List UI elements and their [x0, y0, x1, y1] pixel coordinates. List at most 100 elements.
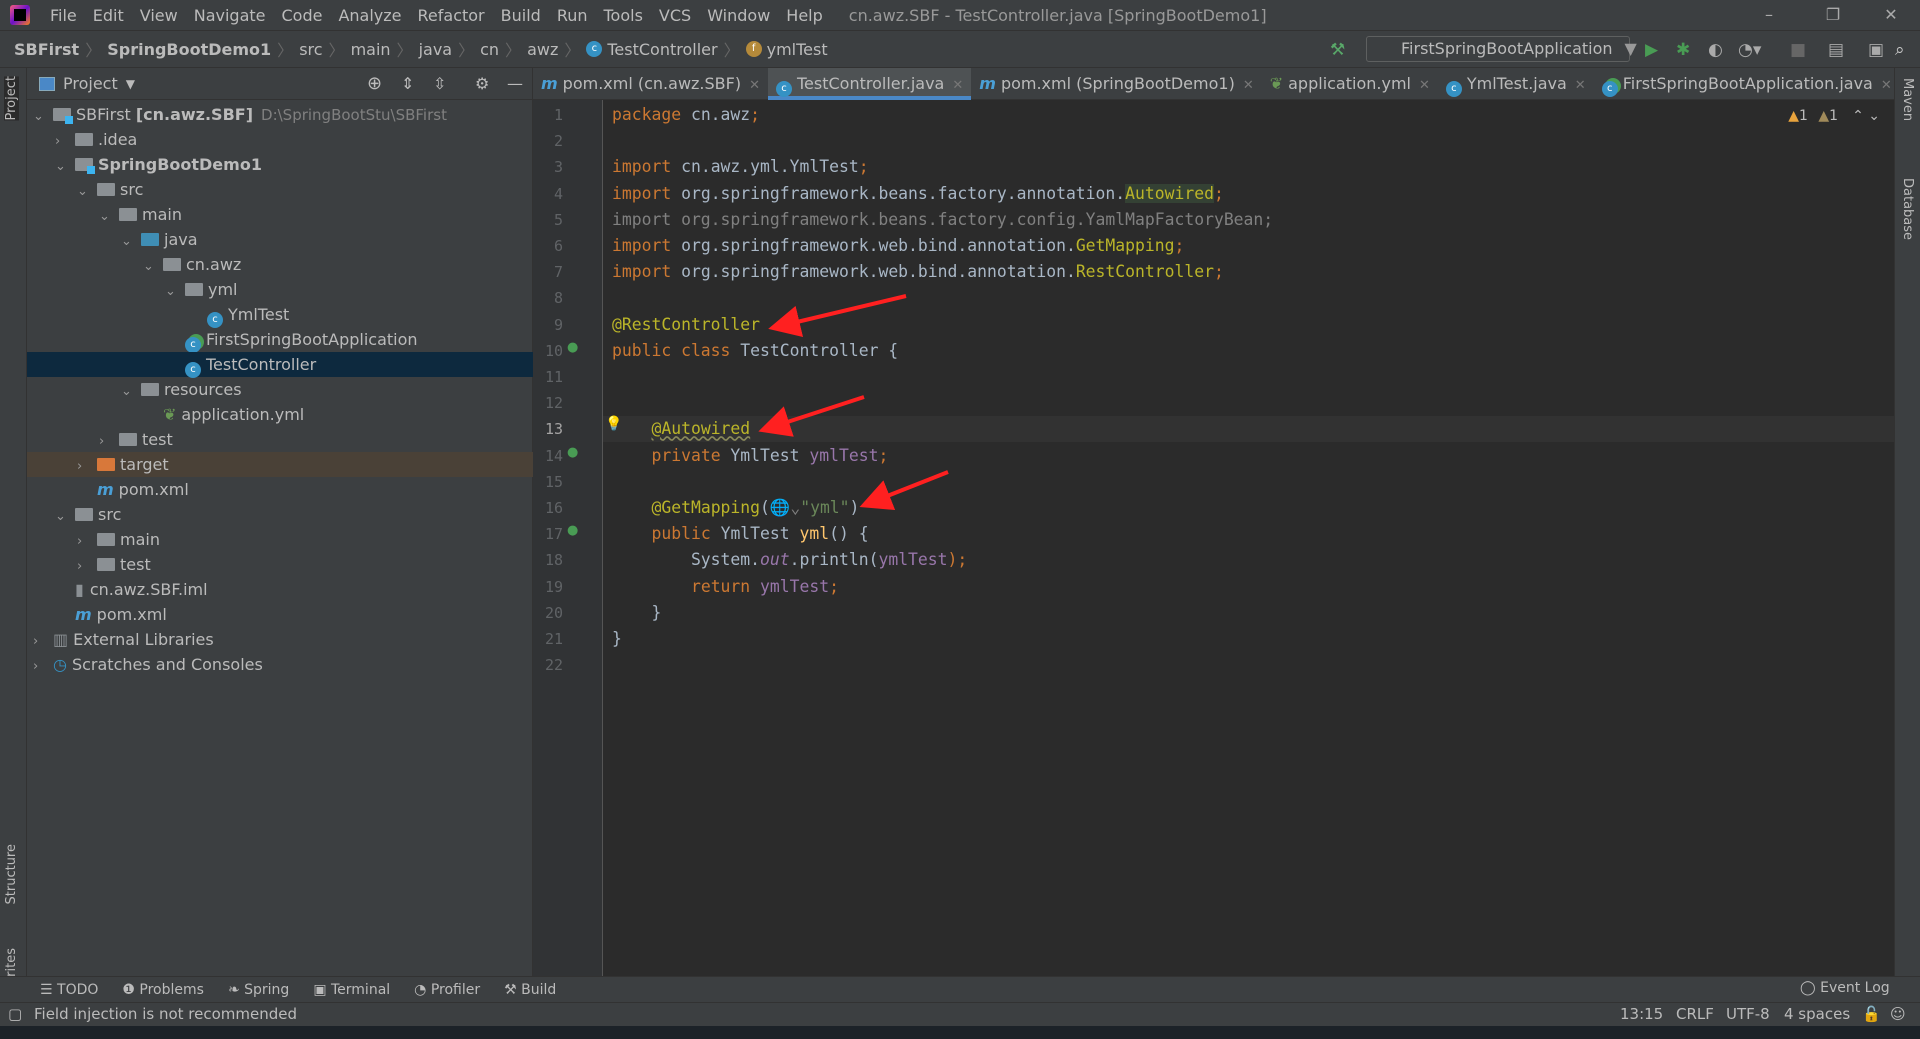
- tab-testcontroller-java[interactable]: c TestController.java ✕: [768, 68, 972, 100]
- code-editor[interactable]: ▲1 ▲1 ⌃ ⌄ package cn.awz; import cn.awz.ym…: [603, 100, 1894, 976]
- maven-tool-button[interactable]: Maven: [1900, 78, 1915, 121]
- breadcrumb-item[interactable]: SpringBootDemo1: [107, 40, 271, 59]
- tool-window-terminal[interactable]: ▣ Terminal: [313, 982, 390, 998]
- chevron-right-icon[interactable]: ›: [77, 554, 91, 579]
- coverage-icon[interactable]: ◐: [1708, 40, 1723, 60]
- tree-item[interactable]: ❦ application.yml: [27, 402, 533, 427]
- tree-item[interactable]: c FirstSpringBootApplication: [27, 327, 533, 353]
- intention-bulb-icon[interactable]: 💡: [605, 416, 622, 432]
- tree-item[interactable]: › test: [27, 552, 533, 577]
- structure-tool-button[interactable]: Structure: [4, 844, 19, 904]
- chevron-down-icon[interactable]: ⌄: [165, 279, 179, 304]
- hide-panel-icon[interactable]: —: [507, 74, 523, 93]
- menu-view[interactable]: View: [132, 6, 186, 25]
- menu-run[interactable]: Run: [549, 6, 596, 25]
- close-tab-icon[interactable]: ✕: [749, 78, 760, 93]
- tree-item[interactable]: › .idea: [27, 127, 533, 152]
- tree-item[interactable]: ⌄ java: [27, 227, 533, 252]
- event-log-button[interactable]: ◯ Event Log: [1800, 980, 1890, 996]
- indent-setting[interactable]: 4 spaces: [1784, 1003, 1850, 1026]
- tree-item[interactable]: c YmlTest: [27, 302, 533, 328]
- tool-window-problems[interactable]: ❶ Problems: [122, 982, 204, 998]
- breadcrumb-item[interactable]: ymlTest: [767, 40, 828, 59]
- chevron-down-icon[interactable]: ⌄: [55, 154, 69, 179]
- tree-item[interactable]: c TestController: [27, 352, 533, 378]
- run-configuration-select[interactable]: FirstSpringBootApplication ▼: [1366, 36, 1637, 62]
- tool-window-todo[interactable]: ☰ TODO: [40, 982, 98, 998]
- breadcrumb-item[interactable]: SBFirst: [14, 40, 79, 59]
- tab-application-yml[interactable]: ❦ application.yml ✕: [1262, 68, 1438, 100]
- close-tab-icon[interactable]: ✕: [1881, 78, 1892, 93]
- menu-help[interactable]: Help: [778, 6, 830, 25]
- gear-icon[interactable]: ⚙: [475, 74, 489, 93]
- tree-item[interactable]: ⌄ src: [27, 177, 533, 202]
- tree-item[interactable]: ⌄ yml: [27, 277, 533, 302]
- terminal-icon[interactable]: ▣: [1868, 40, 1884, 60]
- status-toggle-icon[interactable]: ▢: [8, 1003, 22, 1026]
- menu-build[interactable]: Build: [493, 6, 549, 25]
- tree-item[interactable]: ⌄ SBFirst [cn.awz.SBF] D:\SpringBootStu\SBF…: [27, 102, 533, 127]
- close-tab-icon[interactable]: ✕: [1243, 78, 1254, 93]
- tab-pom-xml-cn-awz-sbf-[interactable]: m pom.xml (cn.awz.SBF) ✕: [533, 68, 768, 100]
- tree-item[interactable]: m pom.xml: [27, 602, 533, 627]
- chevron-down-icon[interactable]: ⌄: [99, 204, 113, 229]
- project-structure-icon[interactable]: ▤: [1828, 40, 1844, 60]
- chevron-down-icon[interactable]: ⌄: [77, 179, 91, 204]
- tree-item[interactable]: › ▥ External Libraries: [27, 627, 533, 652]
- menu-window[interactable]: Window: [699, 6, 778, 25]
- inspection-widget[interactable]: ▲1 ▲1 ⌃ ⌄: [1788, 108, 1880, 124]
- profile-icon[interactable]: ◔▾: [1738, 40, 1761, 60]
- chevron-right-icon[interactable]: ›: [77, 454, 91, 479]
- spring-bean-gutter-icon[interactable]: ●: [567, 340, 578, 355]
- tab-ymltest-java[interactable]: c YmlTest.java ✕: [1438, 68, 1594, 100]
- menu-edit[interactable]: Edit: [85, 6, 132, 25]
- breadcrumb-item[interactable]: src: [299, 40, 322, 59]
- close-button[interactable]: ✕: [1868, 0, 1914, 30]
- chevron-right-icon[interactable]: ›: [33, 629, 47, 654]
- tree-item[interactable]: ▮ cn.awz.SBF.iml: [27, 577, 533, 602]
- close-tab-icon[interactable]: ✕: [1575, 78, 1586, 93]
- close-tab-icon[interactable]: ✕: [1419, 78, 1430, 93]
- file-encoding[interactable]: UTF-8: [1726, 1003, 1770, 1026]
- chevron-right-icon[interactable]: ›: [55, 129, 69, 154]
- restore-button[interactable]: ❐: [1810, 0, 1856, 30]
- tree-item[interactable]: m pom.xml: [27, 477, 533, 502]
- run-icon[interactable]: ▶: [1645, 40, 1658, 60]
- debug-icon[interactable]: ✱: [1676, 40, 1690, 60]
- expand-all-icon[interactable]: ⇕: [401, 74, 414, 93]
- breadcrumb-item[interactable]: TestController: [607, 40, 717, 59]
- locate-icon[interactable]: ⊕: [367, 73, 382, 94]
- tree-item[interactable]: › main: [27, 527, 533, 552]
- tool-window-profiler[interactable]: ◔ Profiler: [414, 982, 480, 998]
- menu-tools[interactable]: Tools: [596, 6, 651, 25]
- chevron-down-icon[interactable]: ⌄: [55, 504, 69, 529]
- endpoint-gutter-icon[interactable]: ●: [567, 523, 578, 538]
- breadcrumb-item[interactable]: main: [351, 40, 391, 59]
- project-view-select[interactable]: Project: [63, 74, 118, 93]
- lock-icon[interactable]: 🔓: [1862, 1003, 1881, 1026]
- tool-window-build[interactable]: ⚒ Build: [504, 982, 556, 998]
- close-tab-icon[interactable]: ✕: [952, 78, 963, 93]
- tab-firstspringbootapplication-java[interactable]: c FirstSpringBootApplication.java ✕: [1594, 68, 1900, 100]
- project-tool-button[interactable]: Project: [4, 76, 19, 121]
- line-separator[interactable]: CRLF: [1676, 1003, 1714, 1026]
- chevron-right-icon[interactable]: ›: [99, 429, 113, 454]
- tree-item[interactable]: ⌄ resources: [27, 377, 533, 402]
- tab-pom-xml-springbootdemo1-[interactable]: m pom.xml (SpringBootDemo1) ✕: [971, 68, 1261, 100]
- tree-item[interactable]: › test: [27, 427, 533, 452]
- chevron-down-icon[interactable]: ▼: [126, 77, 135, 91]
- chevron-down-icon[interactable]: ⌄: [33, 104, 47, 129]
- build-hammer-icon[interactable]: ⚒: [1330, 40, 1345, 60]
- collapse-all-icon[interactable]: ⇳: [433, 74, 446, 93]
- menu-vcs[interactable]: VCS: [651, 6, 699, 25]
- menu-refactor[interactable]: Refactor: [410, 6, 493, 25]
- tree-item[interactable]: ⌄ cn.awz: [27, 252, 533, 277]
- breadcrumb-item[interactable]: cn: [480, 40, 499, 59]
- tree-item[interactable]: › ◷ Scratches and Consoles: [27, 652, 533, 677]
- chevron-down-icon[interactable]: ⌄: [121, 379, 135, 404]
- tool-window-spring[interactable]: ❧ Spring: [228, 982, 289, 998]
- tree-item[interactable]: › target: [27, 452, 533, 477]
- caret-position[interactable]: 13:15: [1620, 1003, 1663, 1026]
- menu-navigate[interactable]: Navigate: [186, 6, 274, 25]
- menu-code[interactable]: Code: [274, 6, 331, 25]
